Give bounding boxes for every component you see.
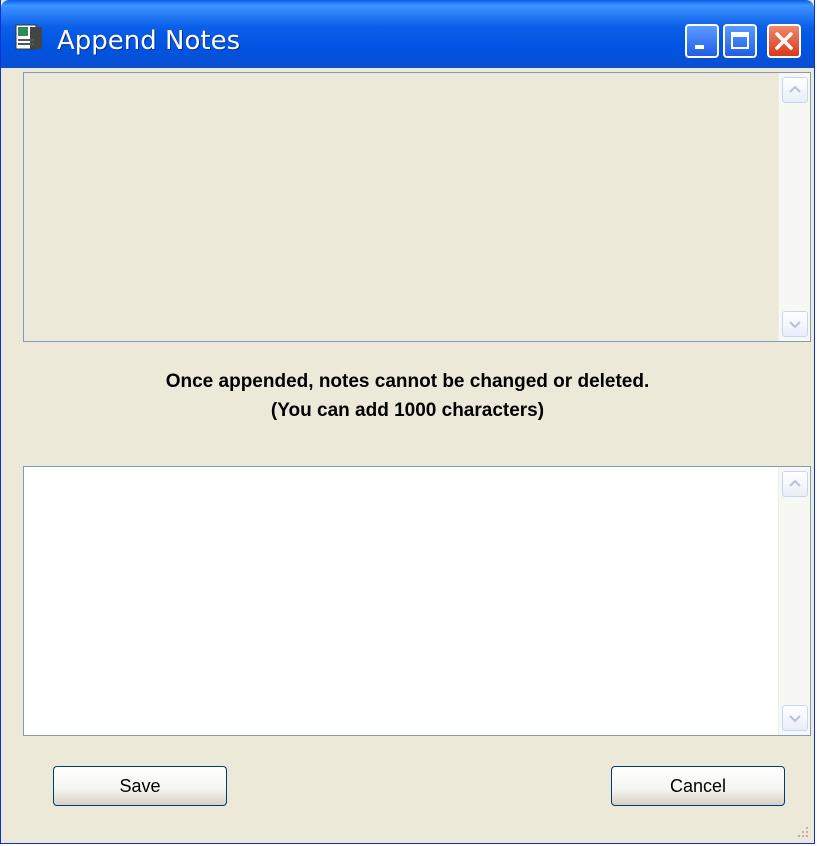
existing-notes-textarea[interactable] [23, 72, 811, 342]
minimize-button[interactable] [685, 24, 719, 58]
resize-grip-icon[interactable] [794, 823, 810, 839]
new-note-scrollbar[interactable] [778, 467, 810, 735]
save-button[interactable]: Save [53, 766, 227, 806]
scroll-up-button[interactable] [782, 471, 808, 497]
scroll-down-button[interactable] [782, 311, 808, 337]
chevron-up-icon [789, 479, 801, 487]
close-button[interactable] [767, 24, 801, 58]
notice-line-2: (You can add 1000 characters) [270, 400, 545, 421]
append-notes-dialog: Append Notes Once appended, notes cannot… [0, 0, 815, 844]
close-icon [775, 32, 793, 50]
existing-notes-scrollbar[interactable] [778, 73, 810, 341]
title-bar[interactable]: Append Notes [1, 0, 814, 68]
chevron-down-icon [789, 321, 801, 329]
maximize-icon [731, 32, 749, 49]
maximize-button[interactable] [723, 24, 757, 58]
cancel-button[interactable]: Cancel [611, 766, 785, 806]
window-title: Append Notes [57, 26, 241, 56]
minimize-icon [695, 45, 704, 49]
scroll-up-button[interactable] [782, 77, 808, 103]
notes-app-icon [15, 24, 45, 52]
chevron-up-icon [789, 85, 801, 93]
notice-line-1: Once appended, notes cannot be changed o… [165, 371, 650, 392]
chevron-down-icon [789, 715, 801, 723]
new-note-textarea[interactable] [23, 466, 811, 736]
scroll-down-button[interactable] [782, 705, 808, 731]
